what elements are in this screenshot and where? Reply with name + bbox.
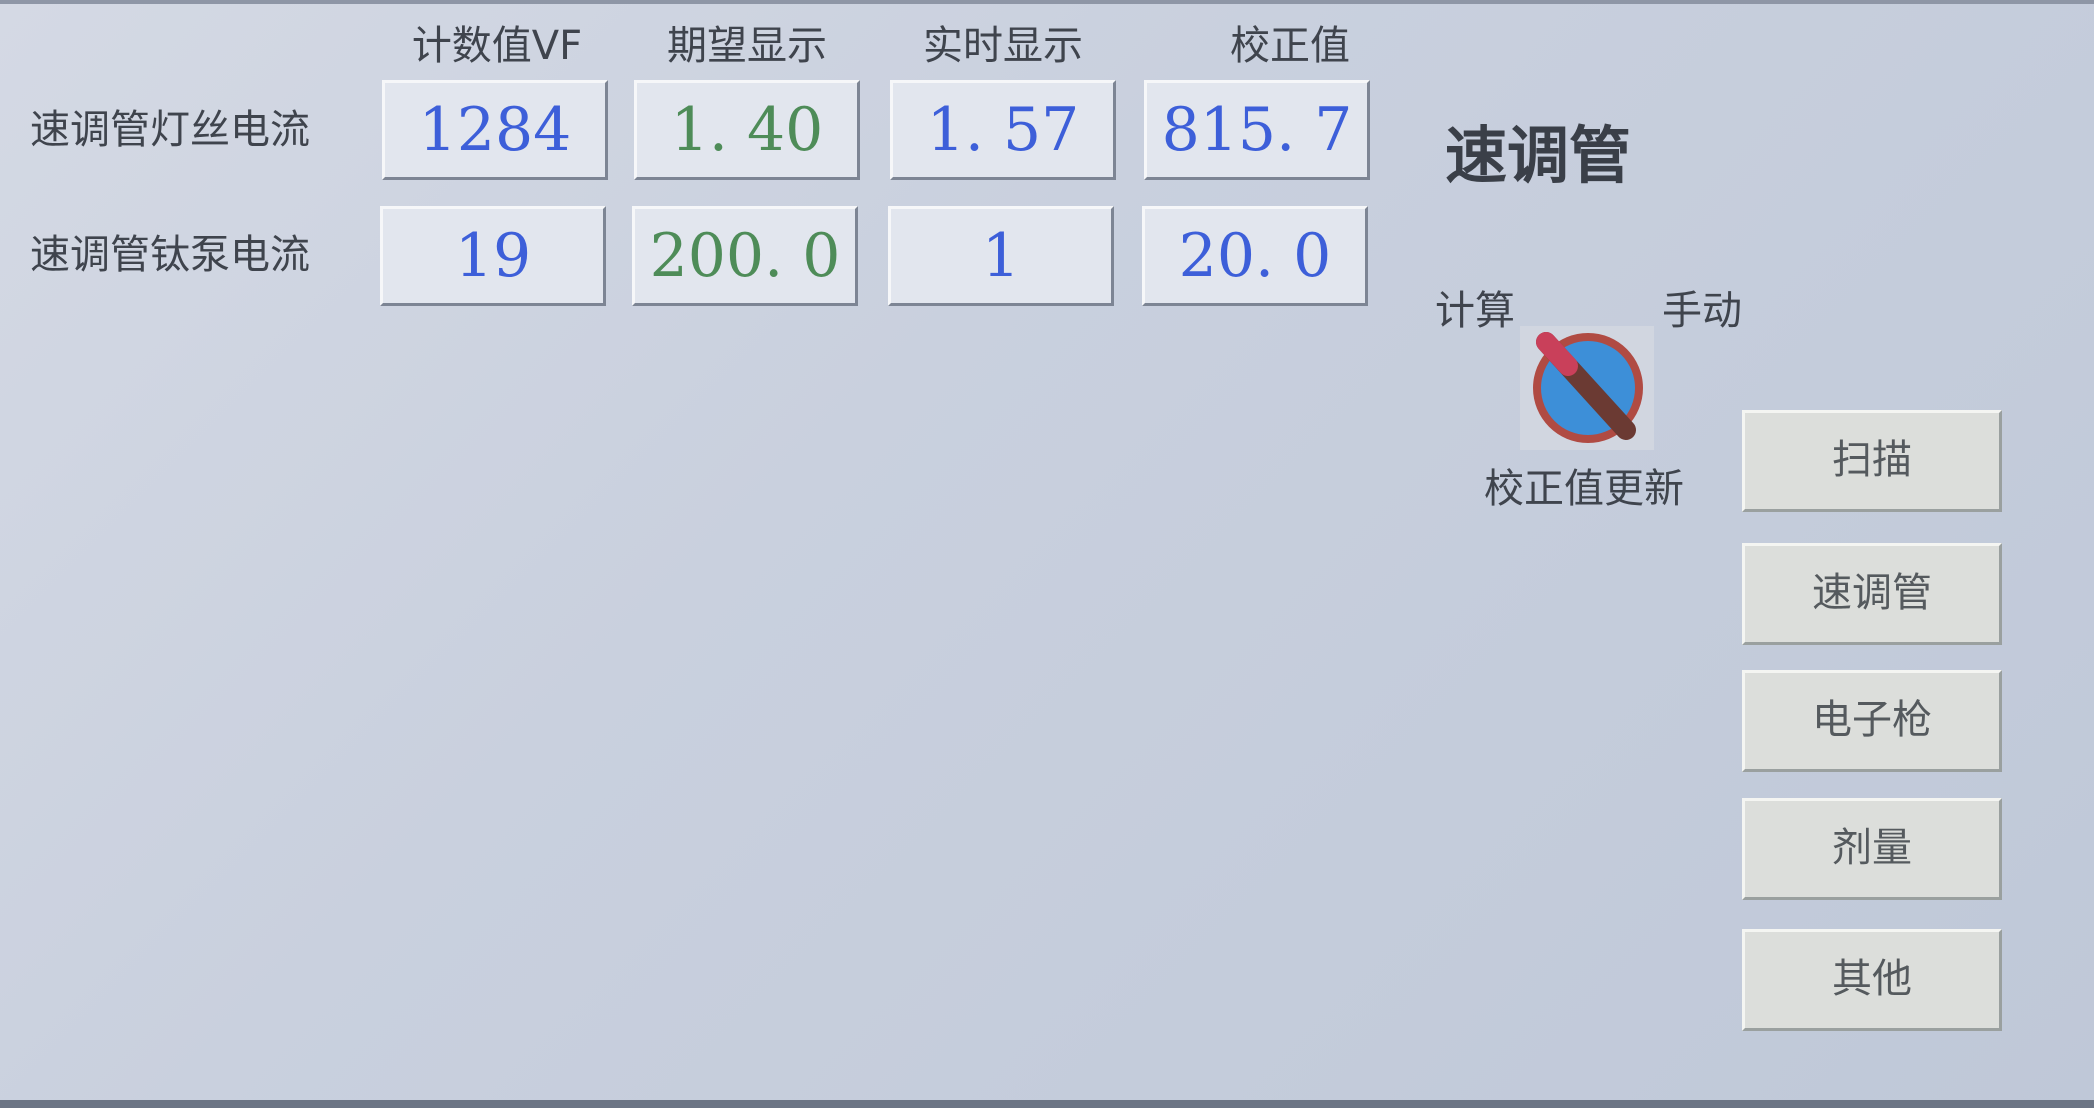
col-header-correction: 校正值 bbox=[1230, 23, 1350, 69]
top-edge bbox=[0, 0, 2094, 4]
hmi-screen: 计数值VF 期望显示 实时显示 校正值 速调管灯丝电流 1284 1. 40 1… bbox=[0, 0, 2094, 1108]
filament-correction-value[interactable]: 815. 7 bbox=[1144, 80, 1370, 180]
nav-button-electron-gun[interactable]: 电子枪 bbox=[1742, 670, 2002, 772]
nav-button-klystron[interactable]: 速调管 bbox=[1742, 543, 2002, 645]
filament-realtime-value: 1. 57 bbox=[890, 80, 1116, 180]
ion-pump-expected-value[interactable]: 200. 0 bbox=[632, 206, 858, 306]
nav-button-dose[interactable]: 剂量 bbox=[1742, 798, 2002, 900]
nav-button-scan[interactable]: 扫描 bbox=[1742, 410, 2002, 512]
col-header-realtime: 实时显示 bbox=[923, 23, 1083, 69]
ion-pump-count-vf-value[interactable]: 19 bbox=[380, 206, 606, 306]
ion-pump-correction-value[interactable]: 20. 0 bbox=[1142, 206, 1368, 306]
filament-expected-value[interactable]: 1. 40 bbox=[634, 80, 860, 180]
row-label-filament-current: 速调管灯丝电流 bbox=[30, 107, 310, 153]
switch-label-calculate: 计算 bbox=[1435, 288, 1515, 334]
selector-knob-icon bbox=[1533, 332, 1643, 443]
switch-caption-correction-update: 校正值更新 bbox=[1484, 466, 1684, 512]
row-label-ion-pump-current: 速调管钛泵电流 bbox=[30, 232, 310, 278]
filament-count-vf-value[interactable]: 1284 bbox=[382, 80, 608, 180]
ion-pump-realtime-value: 1 bbox=[888, 206, 1114, 306]
switch-label-manual: 手动 bbox=[1662, 288, 1742, 334]
correction-mode-selector-switch[interactable] bbox=[1520, 326, 1654, 450]
col-header-expected: 期望显示 bbox=[667, 23, 827, 69]
bottom-edge bbox=[0, 1100, 2094, 1108]
section-title: 速调管 bbox=[1445, 119, 1632, 192]
nav-button-other[interactable]: 其他 bbox=[1742, 929, 2002, 1031]
col-header-count-vf: 计数值VF bbox=[411, 23, 583, 69]
